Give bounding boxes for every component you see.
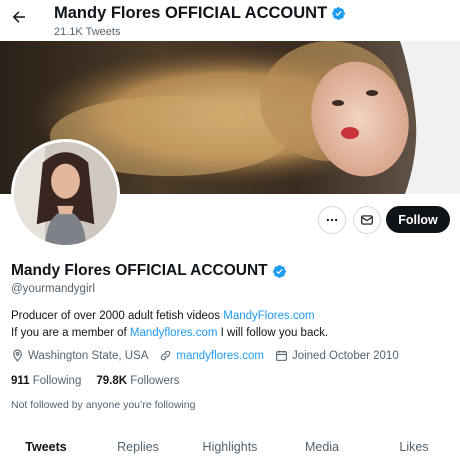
tab-replies[interactable]: Replies bbox=[92, 430, 184, 460]
calendar-icon bbox=[276, 350, 287, 361]
top-bar: Mandy Flores OFFICIAL ACCOUNT 21.1K Twee… bbox=[0, 0, 460, 41]
tweet-count: 21.1K Tweets bbox=[54, 26, 121, 38]
tab-media[interactable]: Media bbox=[276, 430, 368, 460]
bio-text: Producer of over 2000 adult fetish video… bbox=[11, 310, 221, 322]
more-horizontal-icon bbox=[326, 218, 338, 222]
envelope-icon bbox=[361, 215, 373, 225]
not-followed-note: Not followed by anyone you’re following bbox=[11, 399, 196, 411]
back-button[interactable] bbox=[8, 6, 30, 28]
profile-handle: @yourmandygirl bbox=[11, 283, 95, 295]
bio-text: I will follow you back. bbox=[220, 327, 329, 339]
joined-text: Joined October 2010 bbox=[291, 349, 399, 362]
profile-avatar[interactable] bbox=[11, 139, 120, 248]
tab-likes[interactable]: Likes bbox=[368, 430, 460, 460]
location-item: Washington State, USA bbox=[11, 349, 148, 362]
location-pin-icon bbox=[13, 349, 22, 362]
header-title-text: Mandy Flores OFFICIAL ACCOUNT bbox=[54, 4, 328, 22]
tab-highlights[interactable]: Highlights bbox=[184, 430, 276, 460]
website-item: mandyflores.com bbox=[159, 349, 264, 362]
profile-tabs: Tweets Replies Highlights Media Likes bbox=[0, 430, 460, 460]
profile-stats: 911 Following 79.8K Followers bbox=[11, 375, 194, 387]
profile-display-name: Mandy Flores OFFICIAL ACCOUNT bbox=[11, 262, 287, 280]
followers-count: 79.8K bbox=[96, 375, 128, 387]
followers-label: Followers bbox=[130, 375, 180, 387]
link-icon bbox=[161, 350, 171, 361]
header-title: Mandy Flores OFFICIAL ACCOUNT bbox=[54, 4, 346, 23]
followers-stat[interactable]: 79.8K Followers bbox=[96, 375, 179, 387]
profile-meta: Washington State, USA mandyflores.com Jo… bbox=[11, 349, 410, 362]
website-link[interactable]: mandyflores.com bbox=[176, 350, 264, 362]
display-name-text: Mandy Flores OFFICIAL ACCOUNT bbox=[11, 262, 268, 279]
bio-link[interactable]: MandyFlores.com bbox=[223, 310, 314, 322]
following-count: 911 bbox=[11, 375, 30, 387]
verified-badge-icon bbox=[272, 264, 287, 279]
joined-item: Joined October 2010 bbox=[275, 349, 399, 362]
profile-bio: Producer of over 2000 adult fetish video… bbox=[11, 308, 451, 342]
more-button[interactable] bbox=[318, 206, 346, 234]
arrow-left-icon bbox=[12, 11, 25, 23]
following-label: Following bbox=[32, 375, 82, 387]
message-button[interactable] bbox=[353, 206, 381, 234]
bio-text: If you are a member of bbox=[11, 327, 127, 339]
following-stat[interactable]: 911 Following bbox=[11, 375, 81, 387]
location-text: Washington State, USA bbox=[28, 349, 149, 362]
tab-tweets[interactable]: Tweets bbox=[0, 430, 92, 460]
bio-link[interactable]: Mandyflores.com bbox=[130, 327, 218, 339]
verified-badge-icon bbox=[331, 6, 346, 21]
follow-button[interactable]: Follow bbox=[386, 206, 450, 233]
